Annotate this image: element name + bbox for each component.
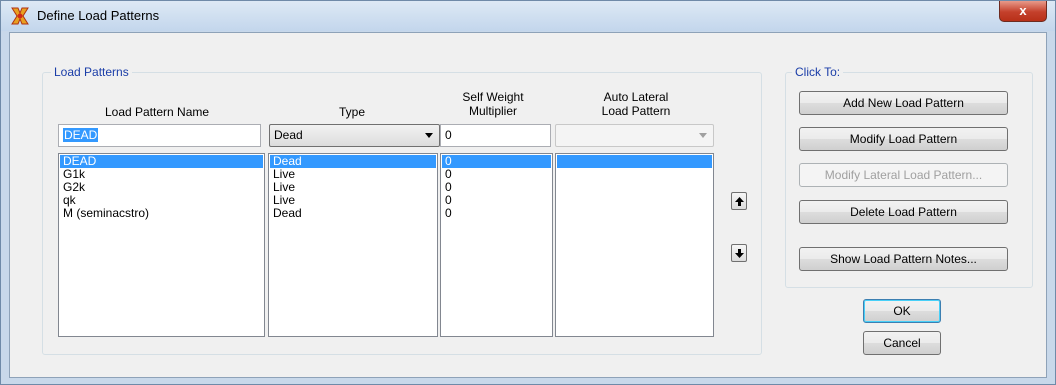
self-weight-multiplier-input[interactable]: 0 (440, 124, 551, 147)
list-item[interactable]: 0 (442, 155, 551, 168)
load-pattern-name-list[interactable]: DEAD G1k G2k qk M (seminacstro) (58, 153, 265, 337)
click-to-group-label: Click To: (792, 65, 844, 79)
header-self-weight-multiplier: Self Weight Multiplier (438, 90, 548, 118)
list-item[interactable]: DEAD (60, 155, 263, 168)
list-item[interactable]: 0 (442, 181, 551, 194)
add-new-load-pattern-button[interactable]: Add New Load Pattern (799, 91, 1008, 115)
header-self-weight-line1: Self Weight (462, 90, 524, 104)
ok-button[interactable]: OK (863, 299, 941, 323)
list-item[interactable]: 0 (442, 207, 551, 220)
load-pattern-name-value: DEAD (63, 128, 99, 142)
dialog-client: Load Patterns Load Pattern Name Type Sel… (9, 32, 1047, 378)
type-dropdown-value: Dead (274, 128, 303, 142)
header-self-weight-line2: Multiplier (468, 104, 517, 118)
type-dropdown[interactable]: Dead (269, 124, 440, 147)
dialog-window: Define Load Patterns x Load Patterns Loa… (0, 0, 1056, 385)
self-weight-multiplier-list[interactable]: 0 0 0 0 0 (440, 153, 553, 337)
arrow-down-icon (735, 249, 744, 258)
load-pattern-name-input[interactable]: DEAD (58, 124, 261, 147)
chevron-down-icon (425, 133, 433, 138)
auto-lateral-list[interactable] (555, 153, 714, 337)
header-auto-lateral-line2: Load Pattern (601, 104, 671, 118)
chevron-down-icon (699, 133, 707, 138)
list-item[interactable]: 0 (442, 194, 551, 207)
header-auto-lateral-line1: Auto Lateral (603, 90, 669, 104)
type-list[interactable]: Dead Live Live Live Dead (268, 153, 438, 337)
load-patterns-group-label: Load Patterns (51, 65, 132, 79)
arrow-up-icon (735, 197, 744, 206)
list-item[interactable]: G2k (60, 181, 263, 194)
move-down-button[interactable] (731, 244, 747, 262)
list-item[interactable]: G1k (60, 168, 263, 181)
header-type: Type (338, 105, 365, 119)
etabs-app-icon (11, 7, 29, 25)
show-load-pattern-notes-button[interactable]: Show Load Pattern Notes... (799, 247, 1008, 271)
list-item[interactable]: Dead (270, 207, 436, 220)
move-up-button[interactable] (731, 192, 747, 210)
delete-load-pattern-button[interactable]: Delete Load Pattern (799, 200, 1008, 224)
list-item[interactable] (557, 155, 712, 168)
title-bar[interactable]: Define Load Patterns x (1, 1, 1055, 31)
close-icon: x (1019, 3, 1027, 18)
modify-load-pattern-button[interactable]: Modify Load Pattern (799, 127, 1008, 151)
window-title: Define Load Patterns (37, 8, 160, 23)
header-load-pattern-name: Load Pattern Name (104, 105, 210, 119)
cancel-button[interactable]: Cancel (863, 331, 941, 355)
modify-lateral-load-pattern-button: Modify Lateral Load Pattern... (799, 163, 1008, 187)
auto-lateral-dropdown (555, 124, 714, 147)
list-item[interactable]: M (seminacstro) (60, 207, 263, 220)
close-button[interactable]: x (999, 1, 1047, 22)
self-weight-multiplier-value: 0 (445, 128, 452, 142)
header-auto-lateral-load-pattern: Auto Lateral Load Pattern (556, 90, 716, 118)
list-item[interactable]: 0 (442, 168, 551, 181)
